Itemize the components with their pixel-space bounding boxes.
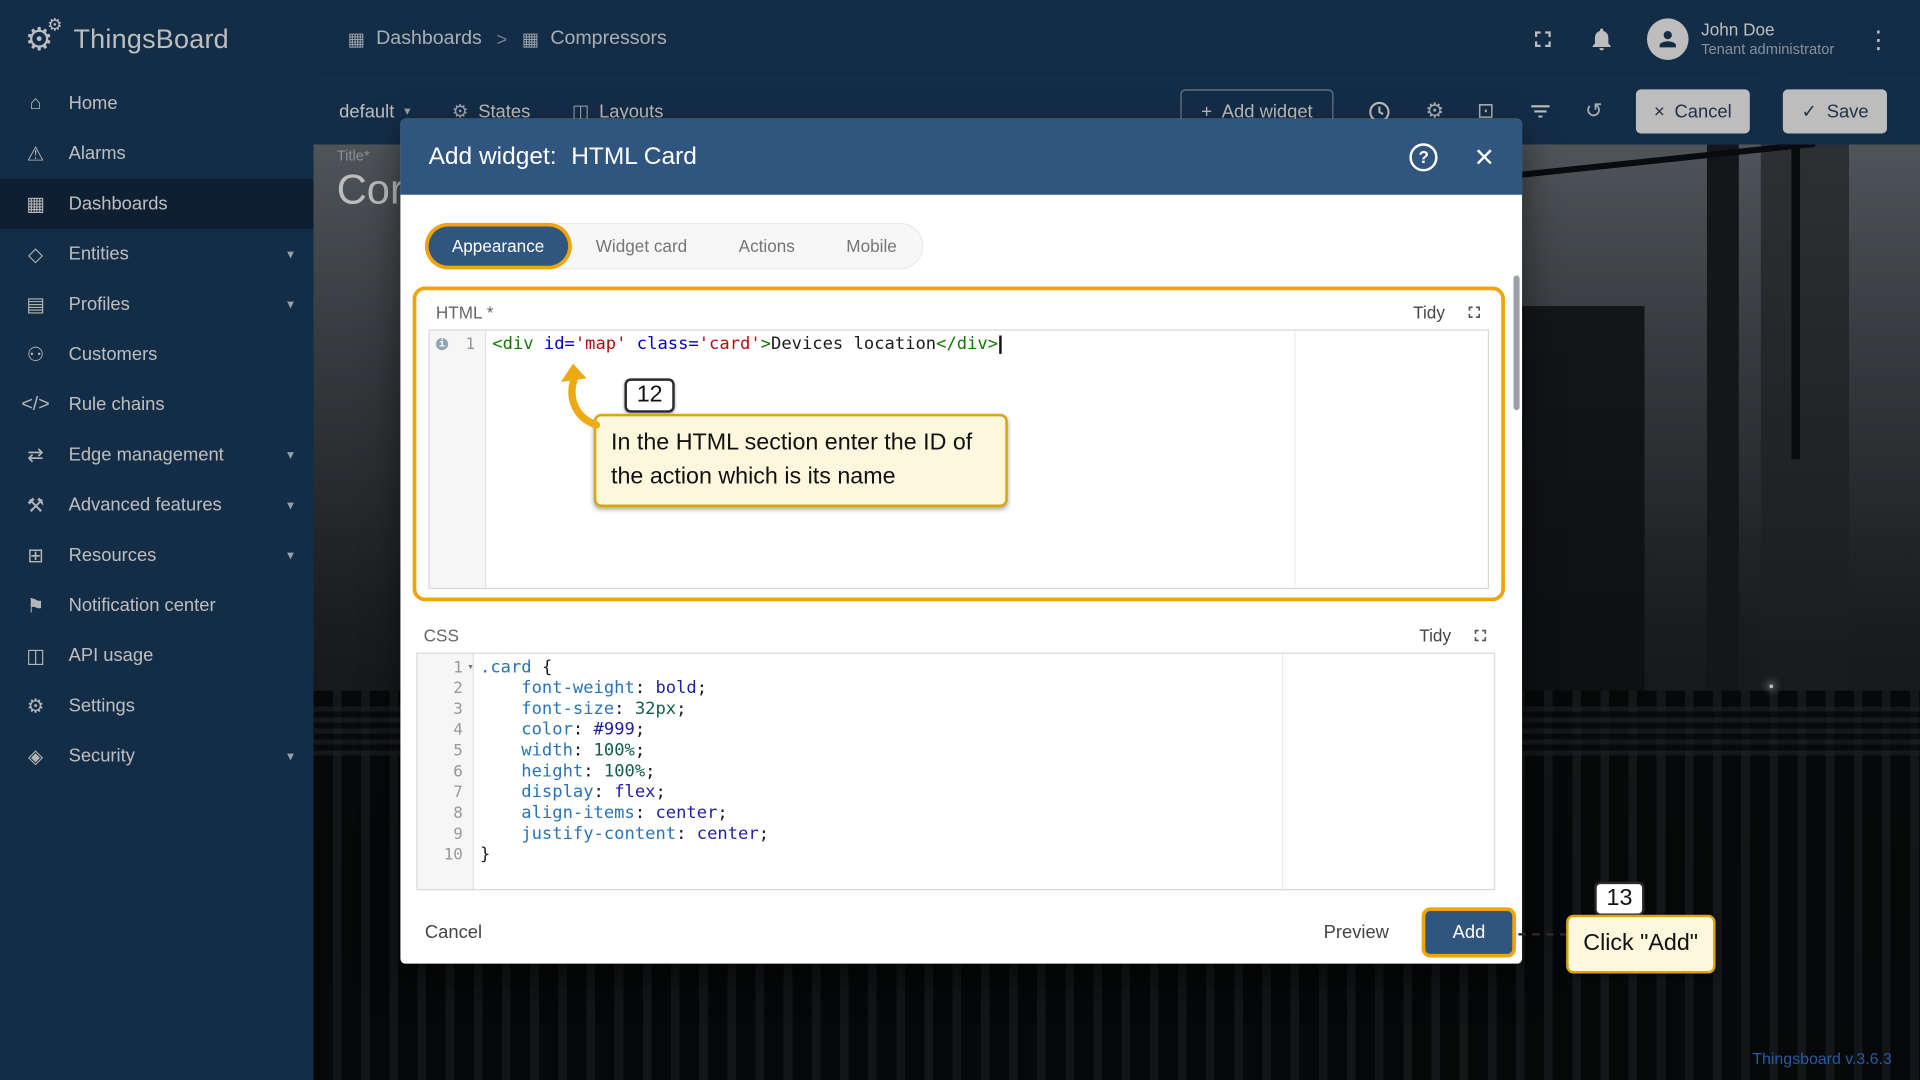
line-number: i1 — [430, 334, 485, 355]
line-number: 6 — [418, 762, 473, 783]
code-line[interactable]: } — [480, 845, 1494, 866]
code-line[interactable]: color: #999; — [480, 720, 1494, 741]
code-line[interactable]: height: 100%; — [480, 762, 1494, 783]
line-number: 3 — [418, 699, 473, 720]
dialog-widget-type: HTML Card — [571, 143, 697, 171]
css-editor-gutter: 1▾2345678910 — [418, 654, 474, 889]
step-13-callout: Click "Add" — [1566, 915, 1715, 974]
step-13-connector — [1518, 933, 1567, 935]
dialog-title: Add widget: — [429, 143, 557, 171]
code-line[interactable]: display: flex; — [480, 782, 1494, 803]
html-editor-gutter: i1 — [430, 331, 486, 588]
css-editor-code[interactable]: .card { font-weight: bold; font-size: 32… — [474, 654, 1494, 889]
step-13-badge: 13 — [1594, 882, 1644, 916]
dialog-header: Add widget: HTML Card ? × — [400, 119, 1522, 195]
tab-widget-card[interactable]: Widget card — [572, 227, 710, 266]
add-button[interactable]: Add — [1426, 910, 1513, 953]
step-12-badge: 12 — [624, 378, 674, 412]
line-number: 7 — [418, 782, 473, 803]
line-number: 8 — [418, 803, 473, 824]
preview-button[interactable]: Preview — [1324, 921, 1389, 942]
css-code-editor[interactable]: 1▾2345678910 .card { font-weight: bold; … — [416, 653, 1495, 891]
html-fullscreen-button[interactable] — [1465, 302, 1485, 322]
line-number: 5 — [418, 741, 473, 762]
html-section-label: HTML * — [436, 302, 493, 322]
step-12-callout: In the HTML section enter the ID of the … — [594, 414, 1008, 507]
tab-appearance[interactable]: Appearance — [429, 227, 568, 266]
code-line[interactable]: font-weight: bold; — [480, 678, 1494, 699]
fullscreen-icon — [1471, 626, 1491, 646]
code-line[interactable]: align-items: center; — [480, 803, 1494, 824]
dialog-scrollbar[interactable] — [1513, 276, 1519, 411]
line-number: 10 — [418, 845, 473, 866]
tab-mobile[interactable]: Mobile — [823, 227, 920, 266]
add-widget-dialog: Add widget: HTML Card ? × AppearanceWidg… — [400, 119, 1522, 964]
dialog-tabs: AppearanceWidget cardActionsMobile — [425, 223, 924, 270]
code-line[interactable]: width: 100%; — [480, 741, 1494, 762]
dialog-cancel-button[interactable]: Cancel — [425, 921, 482, 942]
css-section: CSS Tidy 1▾2345678910 .card { font-weigh… — [416, 623, 1495, 890]
css-section-label: CSS — [424, 626, 459, 646]
line-number: 9 — [418, 824, 473, 845]
dialog-footer: Cancel Preview Add — [425, 907, 1512, 956]
dialog-close-button[interactable]: × — [1475, 140, 1494, 173]
thingsboard-app: Title* Cor Thingsboard v.3.6.3 ⚙ ⚙ Thing… — [0, 0, 1920, 1080]
code-line[interactable]: font-size: 32px; — [480, 699, 1494, 720]
css-fullscreen-button[interactable] — [1471, 626, 1491, 646]
code-line[interactable]: .card { — [480, 658, 1494, 679]
help-button[interactable]: ? — [1410, 143, 1438, 171]
code-line[interactable]: <div id='map' class='card'>Devices locat… — [492, 334, 1488, 355]
line-number: 2 — [418, 678, 473, 699]
html-tidy-button[interactable]: Tidy — [1413, 302, 1445, 322]
info-gutter-icon: i — [436, 338, 448, 350]
step-12-arrow — [555, 364, 609, 436]
css-tidy-button[interactable]: Tidy — [1419, 626, 1451, 646]
text-cursor — [999, 336, 1001, 354]
tab-actions[interactable]: Actions — [715, 227, 818, 266]
fullscreen-icon — [1465, 302, 1485, 322]
line-number: 4 — [418, 720, 473, 741]
help-icon: ? — [1419, 147, 1429, 167]
close-icon: × — [1475, 138, 1494, 175]
code-line[interactable]: justify-content: center; — [480, 824, 1494, 845]
line-number: 1▾ — [418, 658, 473, 679]
fold-toggle-icon[interactable]: ▾ — [467, 658, 474, 679]
